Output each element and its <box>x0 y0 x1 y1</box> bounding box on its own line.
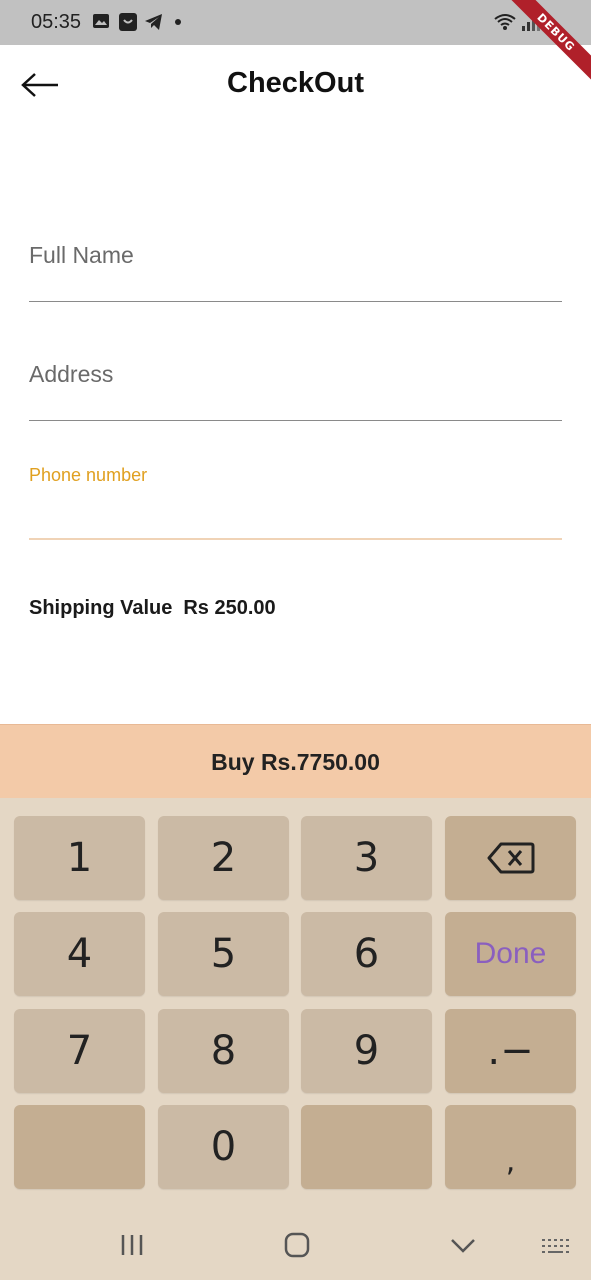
key-8[interactable]: 8 <box>158 1009 289 1093</box>
phone-number-underline <box>29 538 562 540</box>
address-underline <box>29 420 562 421</box>
status-time: 05:35 <box>31 11 82 33</box>
app-icon <box>119 13 137 31</box>
backspace-key[interactable] <box>445 816 576 900</box>
dot-minus-key-label: .− <box>487 1028 534 1074</box>
blank-key-left[interactable] <box>14 1105 145 1189</box>
telegram-icon <box>145 14 162 30</box>
key-3[interactable]: 3 <box>301 816 432 900</box>
key-9[interactable]: 9 <box>301 1009 432 1093</box>
key-2[interactable]: 2 <box>158 816 289 900</box>
full-name-underline <box>29 301 562 302</box>
done-key-label: Done <box>474 937 547 970</box>
phone-number-field[interactable]: Phone number <box>29 462 562 542</box>
app-bar: CheckOut <box>0 45 591 125</box>
dot-minus-key[interactable]: .− <box>445 1009 576 1093</box>
image-icon <box>93 14 109 28</box>
numeric-keyboard: 1 2 3 4 5 6 Done 7 8 9 .− 0 , <box>0 798 591 1280</box>
key-0[interactable]: 0 <box>158 1105 289 1189</box>
keyboard-icon[interactable] <box>541 1238 571 1256</box>
full-name-field[interactable]: Full Name <box>29 230 562 302</box>
recent-apps-icon[interactable] <box>120 1232 144 1258</box>
page-title: CheckOut <box>227 67 364 99</box>
full-name-label: Full Name <box>29 242 134 268</box>
buy-button[interactable]: Buy Rs.7750.00 <box>0 724 591 799</box>
status-bar: 05:35 DEBUG <box>0 0 591 85</box>
key-1[interactable]: 1 <box>14 816 145 900</box>
phone-number-label: Phone number <box>29 465 148 485</box>
key-1-label: 1 <box>66 835 93 881</box>
system-nav-bar <box>0 1210 591 1280</box>
home-icon[interactable] <box>284 1232 310 1258</box>
shipping-row: Shipping Value Rs 250.00 <box>29 597 276 620</box>
key-0-label: 0 <box>210 1124 237 1170</box>
key-7[interactable]: 7 <box>14 1009 145 1093</box>
key-9-label: 9 <box>353 1028 380 1074</box>
backspace-icon <box>487 842 534 874</box>
address-label: Address <box>29 361 114 387</box>
buy-button-label: Buy Rs.7750.00 <box>211 748 380 775</box>
shipping-value: Rs 250.00 <box>183 597 276 619</box>
key-2-label: 2 <box>210 835 237 881</box>
key-4[interactable]: 4 <box>14 912 145 996</box>
back-chevron-icon[interactable] <box>450 1238 476 1254</box>
dot-icon <box>175 19 181 25</box>
key-6-label: 6 <box>353 931 380 977</box>
key-5-label: 5 <box>210 931 237 977</box>
key-5[interactable]: 5 <box>158 912 289 996</box>
blank-key-right[interactable] <box>301 1105 432 1189</box>
comma-key[interactable]: , <box>445 1105 576 1189</box>
done-key[interactable]: Done <box>445 912 576 996</box>
key-3-label: 3 <box>353 835 380 881</box>
shipping-label: Shipping Value <box>29 597 173 619</box>
key-4-label: 4 <box>66 931 93 977</box>
comma-key-label: , <box>505 1144 516 1179</box>
key-8-label: 8 <box>210 1028 237 1074</box>
address-field[interactable]: Address <box>29 349 562 421</box>
key-6[interactable]: 6 <box>301 912 432 996</box>
key-7-label: 7 <box>66 1028 93 1074</box>
